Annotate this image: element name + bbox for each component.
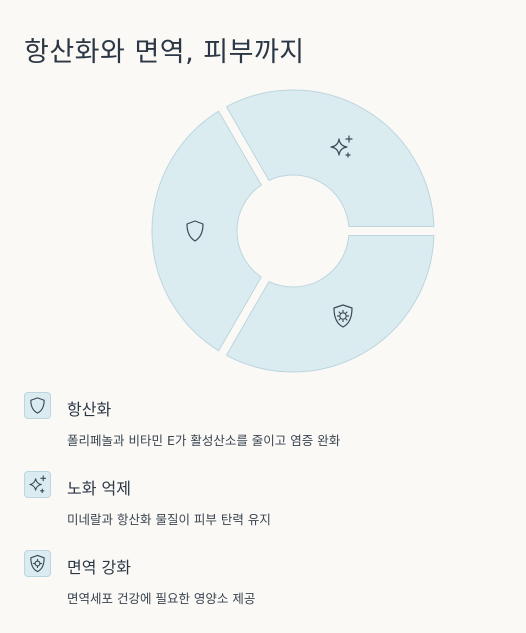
legend-item-anti-aging: 노화 억제 미네랄과 항산화 물질이 피부 탄력 유지 — [24, 471, 504, 550]
shield-gear-icon — [24, 550, 51, 577]
shield-icon — [24, 392, 51, 419]
segment-immunity — [225, 235, 435, 373]
legend-title: 노화 억제 — [67, 479, 131, 498]
sparkles-icon — [24, 471, 51, 498]
legend-title: 항산화 — [67, 400, 112, 419]
segment-antioxidant — [151, 110, 262, 352]
legend-description: 미네랄과 항산화 물질이 피부 탄력 유지 — [67, 512, 271, 527]
segment-anti-aging — [225, 89, 435, 227]
legend-description: 면역세포 건강에 필요한 영양소 제공 — [67, 591, 256, 606]
legend-description: 폴리페놀과 비타민 E가 활성산소를 줄이고 염증 완화 — [67, 433, 341, 448]
legend-item-antioxidant: 항산화 폴리페놀과 비타민 E가 활성산소를 줄이고 염증 완화 — [24, 392, 504, 471]
legend-item-immunity: 면역 강화 면역세포 건강에 필요한 영양소 제공 — [24, 550, 504, 629]
legend: 항산화 폴리페놀과 비타민 E가 활성산소를 줄이고 염증 완화 노화 억제 미… — [24, 392, 504, 629]
donut-diagram — [151, 89, 435, 373]
legend-title: 면역 강화 — [67, 558, 131, 577]
page-title: 항산화와 면역, 피부까지 — [24, 37, 305, 68]
